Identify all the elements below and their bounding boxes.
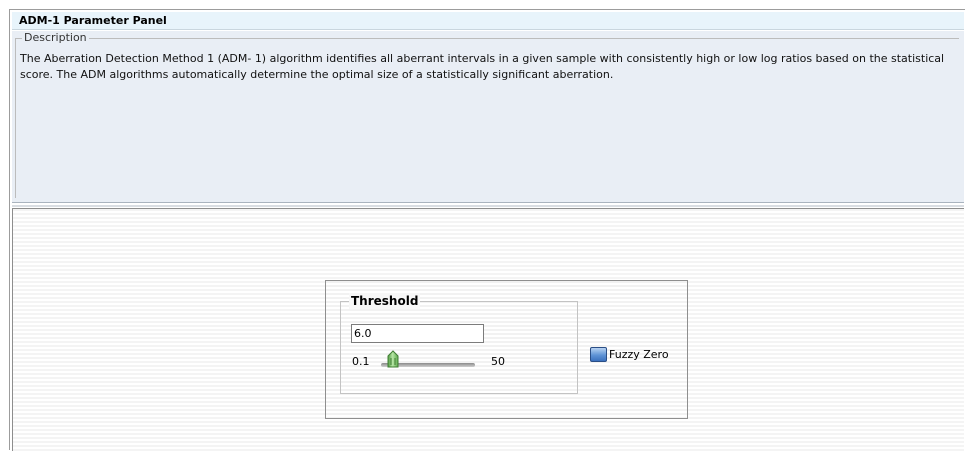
- fuzzy-zero-label: Fuzzy Zero: [609, 347, 669, 361]
- slider-max-label: 50: [491, 355, 505, 368]
- fuzzy-zero-checkbox[interactable]: Fuzzy Zero: [590, 345, 669, 363]
- description-text: The Aberration Detection Method 1 (ADM- …: [20, 52, 945, 81]
- slider-thumb-icon[interactable]: [386, 350, 400, 368]
- divider: [12, 205, 964, 207]
- parameter-box: Threshold 0.1 50: [325, 280, 688, 419]
- panel-title: ADM-1 Parameter Panel: [12, 12, 964, 30]
- threshold-input[interactable]: [351, 324, 484, 343]
- parameter-panel-frame: ADM-1 Parameter Panel Description The Ab…: [9, 9, 965, 451]
- threshold-legend: Threshold: [349, 293, 421, 309]
- threshold-group: Threshold 0.1 50: [340, 293, 578, 394]
- description-group: Description The Aberration Detection Met…: [15, 31, 959, 198]
- description-legend: Description: [22, 31, 89, 45]
- slider-min-label: 0.1: [352, 355, 370, 368]
- parameter-area: Threshold 0.1 50: [12, 208, 964, 451]
- description-panel: Description The Aberration Detection Met…: [12, 31, 964, 203]
- checkbox-icon[interactable]: [590, 346, 607, 362]
